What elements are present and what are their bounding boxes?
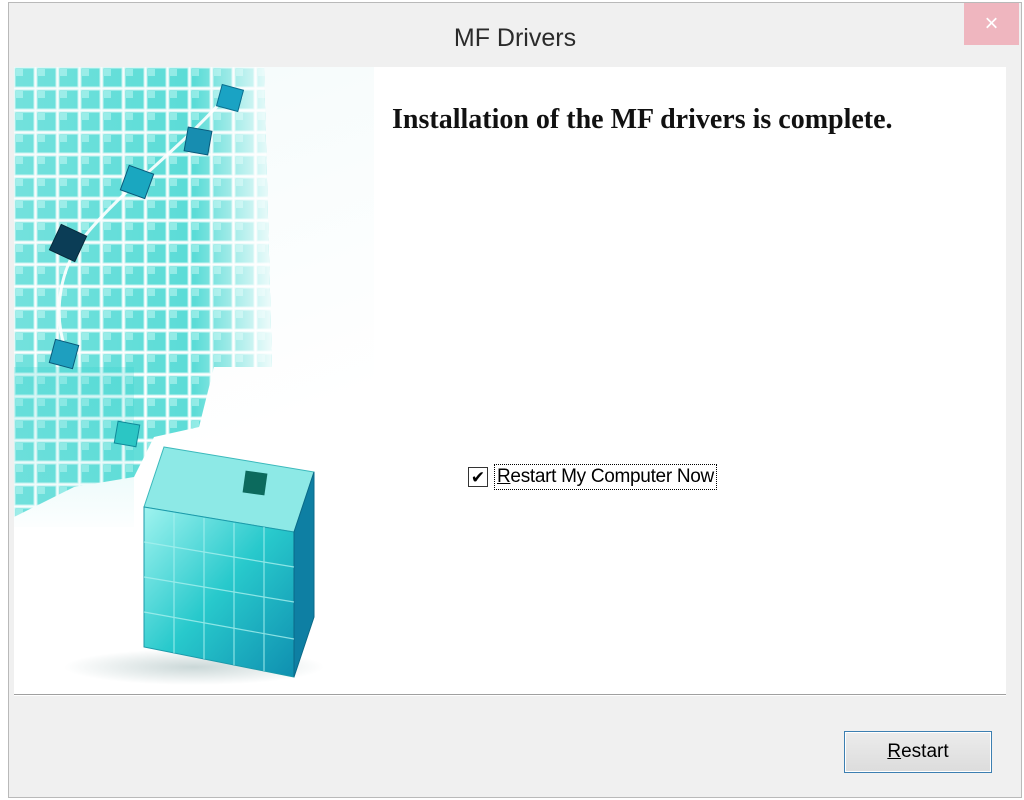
title-bar[interactable]: MF Drivers × (9, 3, 1021, 73)
close-icon: × (984, 10, 999, 37)
restart-now-label[interactable]: Restart My Computer Now (494, 464, 717, 490)
content-panel: Installation of the MF drivers is comple… (14, 67, 1006, 694)
checkbox-box[interactable]: ✔ (468, 467, 488, 487)
restart-now-checkbox[interactable]: ✔ Restart My Computer Now (468, 463, 717, 491)
window-title: MF Drivers (453, 24, 577, 52)
close-button[interactable]: × (964, 3, 1019, 45)
completion-heading: Installation of the MF drivers is comple… (392, 104, 893, 135)
restart-button[interactable]: Restart (844, 731, 992, 773)
footer-separator (14, 694, 1006, 696)
checkmark-icon: ✔ (470, 467, 486, 487)
cube-graphic (14, 67, 374, 694)
